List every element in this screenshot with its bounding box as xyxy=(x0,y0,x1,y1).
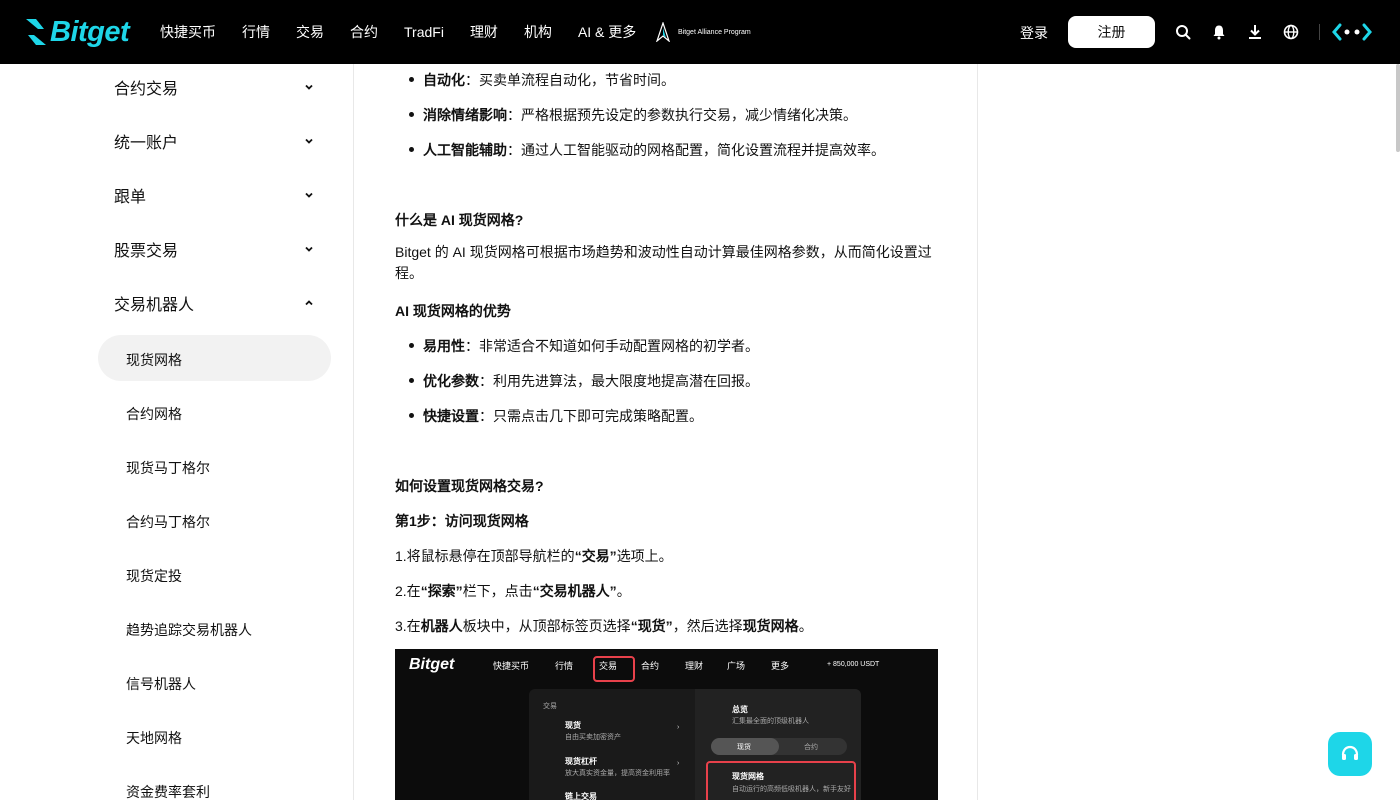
screenshot-item-desc: 放大真实资金量，提高资金利用率 xyxy=(565,770,670,777)
sidebar-group-label: 合约交易 xyxy=(114,81,179,98)
screenshot-nav-item: 更多 xyxy=(771,661,790,671)
sidebar-item-spot-grid[interactable]: 现货网格 xyxy=(126,350,182,370)
screenshot-nav-item: 广场 xyxy=(727,661,746,671)
screenshot-spot-grid-highlight xyxy=(706,761,856,800)
nav-item-tradfi[interactable]: TradFi xyxy=(404,24,444,40)
list-item: 快捷设置：只需点击几下即可完成策略配置。 xyxy=(409,408,703,424)
screenshot-nav-item: 理财 xyxy=(685,661,704,671)
section-heading-advantages: AI 现货网格的优势 xyxy=(395,303,511,319)
sidebar-item-spot-dca[interactable]: 现货定投 xyxy=(126,566,182,586)
screenshot-logo: Bitget xyxy=(409,656,455,673)
bell-icon[interactable] xyxy=(1210,23,1228,41)
sidebar-item-signal-bot[interactable]: 信号机器人 xyxy=(126,674,196,694)
chevron-down-icon xyxy=(304,136,314,146)
page-scrollbar[interactable] xyxy=(1396,64,1400,152)
chevron-right-icon: › xyxy=(677,724,680,731)
bitget-logo-icon xyxy=(26,19,46,45)
chevron-down-icon xyxy=(304,190,314,200)
section-heading-ai-spot-grid: 什么是 AI 现货网格? xyxy=(395,212,524,228)
screenshot-section-label: 交易 xyxy=(543,703,557,710)
sidebar-item-trend-bot[interactable]: 趋势追踪交易机器人 xyxy=(126,620,252,640)
article-container: 自动化：买卖单流程自动化，节省时间。 消除情绪影响：严格根据预先设定的参数执行交… xyxy=(355,64,978,800)
list-item: 消除情绪影响：严格根据预先设定的参数执行交易，减少情绪化决策。 xyxy=(409,107,857,123)
chevron-up-icon xyxy=(304,298,314,308)
sidebar-item-futures-grid[interactable]: 合约网格 xyxy=(126,404,182,424)
screenshot-nav-item: 合约 xyxy=(641,661,660,671)
tutorial-screenshot: Bitget 快捷买币 行情 交易 合约 理财 广场 更多 + 850,000 … xyxy=(395,649,938,800)
register-button[interactable]: 注册 xyxy=(1068,16,1155,48)
nav-item-ai-more[interactable]: AI & 更多 xyxy=(578,22,636,42)
sidebar: 合约交易 统一账户 跟单 股票交易 交易机器人 现货网格 合约网格 现货马丁格尔… xyxy=(0,64,354,800)
section-heading-setup: 如何设置现货网格交易? xyxy=(395,478,544,494)
screenshot-nav-item: 快捷买币 xyxy=(493,661,530,671)
headset-icon xyxy=(1341,745,1359,760)
top-navigation-bar: Bitget 快捷买币 行情 交易 合约 TradFi 理财 机构 AI & 更… xyxy=(0,0,1400,64)
screenshot-grid-title: 现货网格 xyxy=(732,772,764,781)
alliance-program-link[interactable]: Bitget Alliance Program xyxy=(656,22,751,42)
download-icon[interactable] xyxy=(1246,23,1264,41)
screenshot-overview-title: 总览 xyxy=(732,705,748,714)
screenshot-overview-desc: 汇集最全面的顶级机器人 xyxy=(732,718,809,725)
search-icon[interactable] xyxy=(1174,23,1192,41)
sidebar-item-futures-martingale[interactable]: 合约马丁格尔 xyxy=(126,512,210,532)
sidebar-group-label: 统一账户 xyxy=(114,135,179,152)
chevron-right-icon: › xyxy=(677,760,680,767)
section-heading-step1: 第1步：访问现货网格 xyxy=(395,513,529,529)
header-divider xyxy=(1319,24,1320,40)
sidebar-group-trading-bots[interactable]: 交易机器人 xyxy=(114,291,314,315)
main-nav: 快捷买币 行情 交易 合约 TradFi 理财 机构 AI & 更多 xyxy=(160,0,662,64)
nav-item-markets[interactable]: 行情 xyxy=(242,22,270,42)
screenshot-promo: + 850,000 USDT xyxy=(827,661,880,668)
nav-item-trade[interactable]: 交易 xyxy=(296,22,324,42)
nav-item-earn[interactable]: 理财 xyxy=(470,22,498,42)
nav-item-institutional[interactable]: 机构 xyxy=(524,22,552,42)
login-button[interactable]: 登录 xyxy=(1020,23,1048,43)
sidebar-group-copy-trading[interactable]: 跟单 xyxy=(114,183,314,207)
chevron-down-icon xyxy=(304,244,314,254)
screenshot-grid-desc: 自动运行的高频低吸机器人，新手友好 xyxy=(732,786,851,793)
screenshot-tab-spot: 现货 xyxy=(737,744,751,751)
sidebar-item-funding-arbitrage[interactable]: 资金费率套利 xyxy=(126,782,210,800)
sidebar-group-futures-trading[interactable]: 合约交易 xyxy=(114,75,314,99)
sidebar-group-label: 跟单 xyxy=(114,189,147,206)
list-item: 易用性：非常适合不知道如何手动配置网格的初学者。 xyxy=(409,338,759,354)
step-line-1: 1.将鼠标悬停在顶部导航栏的“交易”选项上。 xyxy=(395,548,673,564)
step-line-3: 3.在机器人板块中，从顶部标签页选择“现货”，然后选择现货网格。 xyxy=(395,618,813,634)
bitget-logo[interactable]: Bitget xyxy=(24,15,130,49)
nav-item-quick-buy[interactable]: 快捷买币 xyxy=(160,22,216,42)
sidebar-item-spot-martingale[interactable]: 现货马丁格尔 xyxy=(126,458,210,478)
alliance-text: Bitget Alliance Program xyxy=(678,28,751,36)
sidebar-group-label: 交易机器人 xyxy=(114,297,195,314)
screenshot-item-title: 链上交易 xyxy=(565,792,597,800)
sidebar-group-unified-account[interactable]: 统一账户 xyxy=(114,129,314,153)
alliance-logo-icon xyxy=(656,22,670,42)
brand-icon[interactable] xyxy=(1332,22,1372,42)
nav-item-futures[interactable]: 合约 xyxy=(350,22,378,42)
chevron-down-icon xyxy=(304,82,314,92)
screenshot-item-desc: 自由买卖加密资产 xyxy=(565,734,621,741)
screenshot-item-title: 现货 xyxy=(565,721,581,730)
screenshot-nav-item: 行情 xyxy=(555,661,574,671)
logo-text: Bitget xyxy=(50,15,130,48)
list-item: 自动化：买卖单流程自动化，节省时间。 xyxy=(409,72,675,88)
customer-support-button[interactable] xyxy=(1328,732,1372,776)
step-line-2: 2.在“探索”栏下，点击“交易机器人”。 xyxy=(395,583,631,599)
paragraph-ai-spot-grid: Bitget 的 AI 现货网格可根据市场趋势和波动性自动计算最佳网格参数，从而… xyxy=(395,244,932,281)
screenshot-item-title: 现货杠杆 xyxy=(565,757,597,766)
globe-icon[interactable] xyxy=(1282,23,1300,41)
screenshot-tab-futures: 合约 xyxy=(804,744,818,751)
sidebar-item-infinity-grid[interactable]: 天地网格 xyxy=(126,728,182,748)
sidebar-group-label: 股票交易 xyxy=(114,243,179,260)
list-item: 优化参数：利用先进算法，最大限度地提高潜在回报。 xyxy=(409,373,759,389)
sidebar-group-stock-trading[interactable]: 股票交易 xyxy=(114,237,314,261)
list-item: 人工智能辅助：通过人工智能驱动的网格配置，简化设置流程并提高效率。 xyxy=(409,142,885,158)
screenshot-trade-highlight xyxy=(593,656,635,682)
